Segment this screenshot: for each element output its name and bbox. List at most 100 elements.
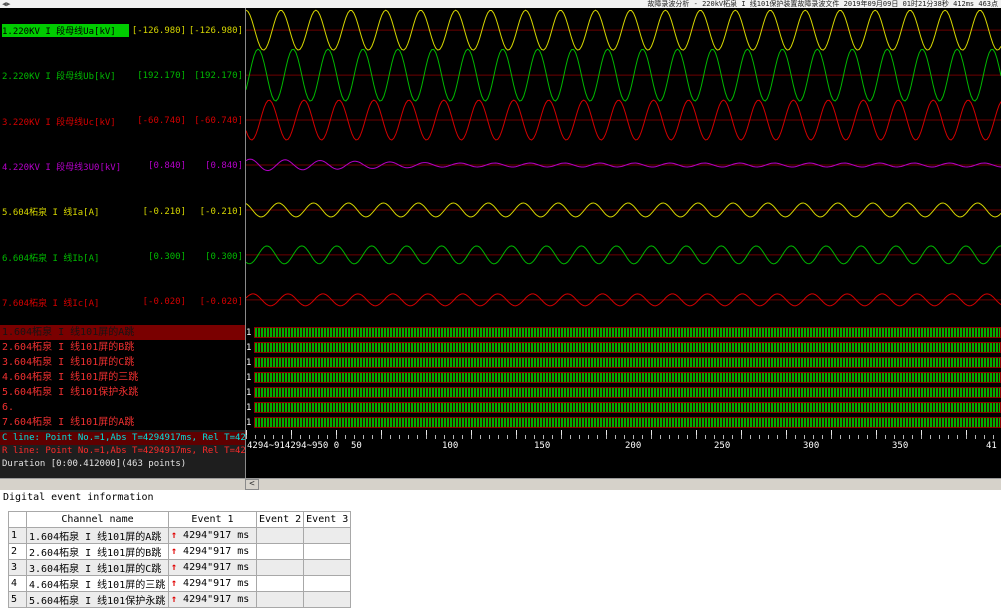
event-table-cell: 4.604柘泉 I 线101屏的三跳 — [27, 576, 169, 592]
event-table-cell: 3 — [9, 560, 27, 576]
event-table-header — [9, 512, 27, 528]
analog-channel-row[interactable]: 5.604柘泉 I 线Ia[A][-0.210][-0.210] — [0, 189, 245, 234]
event-time: 4294"917 ms — [177, 578, 249, 589]
axis-tick-label: 4294~914294~950 0 — [247, 441, 339, 451]
digital-channel-row[interactable]: 6. — [0, 400, 245, 415]
digital-channel-row[interactable]: 2.604柘泉 I 线101屏的B跳 — [0, 340, 245, 355]
time-axis[interactable]: 4294~914294~950 05010015020025030035041 — [245, 430, 1001, 478]
analog-channel-row[interactable]: 1.220KV I 段母线Ua[kV][-126.980][-126.980] — [0, 8, 245, 53]
analog-channel-row[interactable]: 3.220KV I 段母线Uc[kV][-60.740][-60.740] — [0, 99, 245, 144]
analog-channel-row[interactable]: 7.604柘泉 I 线Ic[A][-0.020][-0.020] — [0, 280, 245, 325]
event-table-cell — [257, 528, 304, 544]
analog-waveform-plot[interactable] — [245, 8, 1001, 325]
axis-tick-label: 150 — [534, 441, 550, 451]
event-time: 4294"917 ms — [177, 530, 249, 541]
digital-state-value: 1 — [246, 328, 254, 338]
digital-bar-row[interactable]: 1 — [246, 415, 1001, 430]
event-table-cell — [257, 576, 304, 592]
event-table-cell — [257, 592, 304, 608]
digital-state-value: 1 — [246, 358, 254, 368]
axis-tick-label: 41 — [986, 441, 997, 451]
event-info-panel: Digital event information Channel nameEv… — [0, 490, 1001, 605]
cursor-c-value: [-0.020] — [129, 297, 186, 307]
event-table-header: Event 2 — [257, 512, 304, 528]
digital-state-bar — [254, 387, 1001, 398]
axis-tick-label: 300 — [803, 441, 819, 451]
event-table-header: Event 1 — [169, 512, 257, 528]
event-table-cell — [304, 592, 351, 608]
digital-state-value: 1 — [246, 343, 254, 353]
cursor-c-status: C line: Point No.=1,Abs T=4294917ms, Rel… — [0, 432, 245, 445]
time-axis-labels: 4294~914294~950 05010015020025030035041 — [246, 441, 1001, 455]
digital-channel-row[interactable]: 3.604柘泉 I 线101屏的C跳 — [0, 355, 245, 370]
cursor-r-value: [-0.020] — [186, 297, 243, 307]
digital-bar-row[interactable]: 1 — [246, 340, 1001, 355]
event-table-cell — [257, 560, 304, 576]
axis-tick-label: 350 — [892, 441, 908, 451]
digital-bar-row[interactable]: 1 — [246, 400, 1001, 415]
digital-bar-row[interactable]: 1 — [246, 325, 1001, 340]
digital-state-value: 1 — [246, 403, 254, 413]
minor-tick-ruler — [246, 435, 1001, 439]
titlebar-nav-arrows-icon[interactable]: ◀▶ — [0, 0, 10, 8]
cursor-status-panel: C line: Point No.=1,Abs T=4294917ms, Rel… — [0, 430, 245, 478]
horizontal-scrollbar[interactable]: < — [0, 478, 1001, 490]
digital-channel-row[interactable]: 5.604柘泉 I 线101保护永跳 — [0, 385, 245, 400]
event-table-cell — [257, 544, 304, 560]
event-table-row[interactable]: 33.604柘泉 I 线101屏的C跳↑ 4294"917 ms — [9, 560, 351, 576]
event-table-row[interactable]: 22.604柘泉 I 线101屏的B跳↑ 4294"917 ms — [9, 544, 351, 560]
digital-channel-row[interactable]: 7.604柘泉 I 线101屏的A跳 — [0, 415, 245, 430]
event-time: 4294"917 ms — [177, 546, 249, 557]
digital-bar-row[interactable]: 1 — [246, 385, 1001, 400]
analog-channel-label: 5.604柘泉 I 线Ia[A] — [2, 205, 129, 218]
analog-channel-label: 4.220KV I 段母线3U0[kV] — [2, 160, 129, 173]
cursor-r-value: [-126.980] — [186, 26, 243, 36]
event-table-cell: 3.604柘泉 I 线101屏的C跳 — [27, 560, 169, 576]
cursor-c-value: [-60.740] — [129, 116, 186, 126]
window-titlebar: ◀▶ 故障录波分析 - 220kV柘泉 I 线101保护装置故障录波文件 201… — [0, 0, 1001, 8]
event-table-cell: 5.604柘泉 I 线101保护永跳 — [27, 592, 169, 608]
event-table-cell: ↑ 4294"917 ms — [169, 528, 257, 544]
event-table-row[interactable]: 44.604柘泉 I 线101屏的三跳↑ 4294"917 ms — [9, 576, 351, 592]
analog-channel-list: 1.220KV I 段母线Ua[kV][-126.980][-126.980]2… — [0, 8, 245, 325]
digital-state-bar — [254, 372, 1001, 383]
scroll-left-button[interactable]: < — [245, 479, 259, 490]
cursor-c-value: [192.170] — [129, 71, 186, 81]
event-table-cell — [304, 560, 351, 576]
event-table-cell: ↑ 4294"917 ms — [169, 544, 257, 560]
cursor-r-value: [-60.740] — [186, 116, 243, 126]
duration-status: Duration [0:00.412000](463 points) — [0, 458, 245, 471]
analog-channel-row[interactable]: 6.604柘泉 I 线Ib[A][0.300][0.300] — [0, 234, 245, 279]
digital-event-table: Channel nameEvent 1Event 2Event 311.604柘… — [8, 511, 351, 608]
digital-channel-row[interactable]: 4.604柘泉 I 线101屏的三跳 — [0, 370, 245, 385]
event-table-header: Event 3 — [304, 512, 351, 528]
digital-state-bar — [254, 357, 1001, 368]
digital-bar-row[interactable]: 1 — [246, 370, 1001, 385]
digital-channel-list: 1.604柘泉 I 线101屏的A跳2.604柘泉 I 线101屏的B跳3.60… — [0, 325, 245, 430]
axis-tick-label: 200 — [625, 441, 641, 451]
event-time: 4294"917 ms — [177, 562, 249, 573]
event-table-cell: 1 — [9, 528, 27, 544]
analog-channel-row[interactable]: 4.220KV I 段母线3U0[kV][0.840][0.840] — [0, 144, 245, 189]
event-time: 4294"917 ms — [177, 594, 249, 605]
cursor-c-value: [0.300] — [129, 252, 186, 262]
digital-state-bar — [254, 402, 1001, 413]
event-table-cell: 1.604柘泉 I 线101屏的A跳 — [27, 528, 169, 544]
digital-state-bar — [254, 417, 1001, 428]
cursor-c-value: [0.840] — [129, 161, 186, 171]
event-table-cell: 2.604柘泉 I 线101屏的B跳 — [27, 544, 169, 560]
digital-bar-row[interactable]: 1 — [246, 355, 1001, 370]
analog-channel-row[interactable]: 2.220KV I 段母线Ub[kV][192.170][192.170] — [0, 53, 245, 98]
event-table-row[interactable]: 55.604柘泉 I 线101保护永跳↑ 4294"917 ms — [9, 592, 351, 608]
digital-waveform-plot[interactable]: 1111111 — [245, 325, 1001, 430]
digital-channel-row[interactable]: 1.604柘泉 I 线101屏的A跳 — [0, 325, 245, 340]
event-table-row[interactable]: 11.604柘泉 I 线101屏的A跳↑ 4294"917 ms — [9, 528, 351, 544]
event-table-cell — [304, 544, 351, 560]
analog-channel-label: 3.220KV I 段母线Uc[kV] — [2, 115, 129, 128]
cursor-r-value: [-0.210] — [186, 207, 243, 217]
cursor-c-value: [-126.980] — [129, 26, 186, 36]
event-table-cell — [304, 528, 351, 544]
event-table-header: Channel name — [27, 512, 169, 528]
cursor-r-value: [192.170] — [186, 71, 243, 81]
cursor-c-value: [-0.210] — [129, 207, 186, 217]
